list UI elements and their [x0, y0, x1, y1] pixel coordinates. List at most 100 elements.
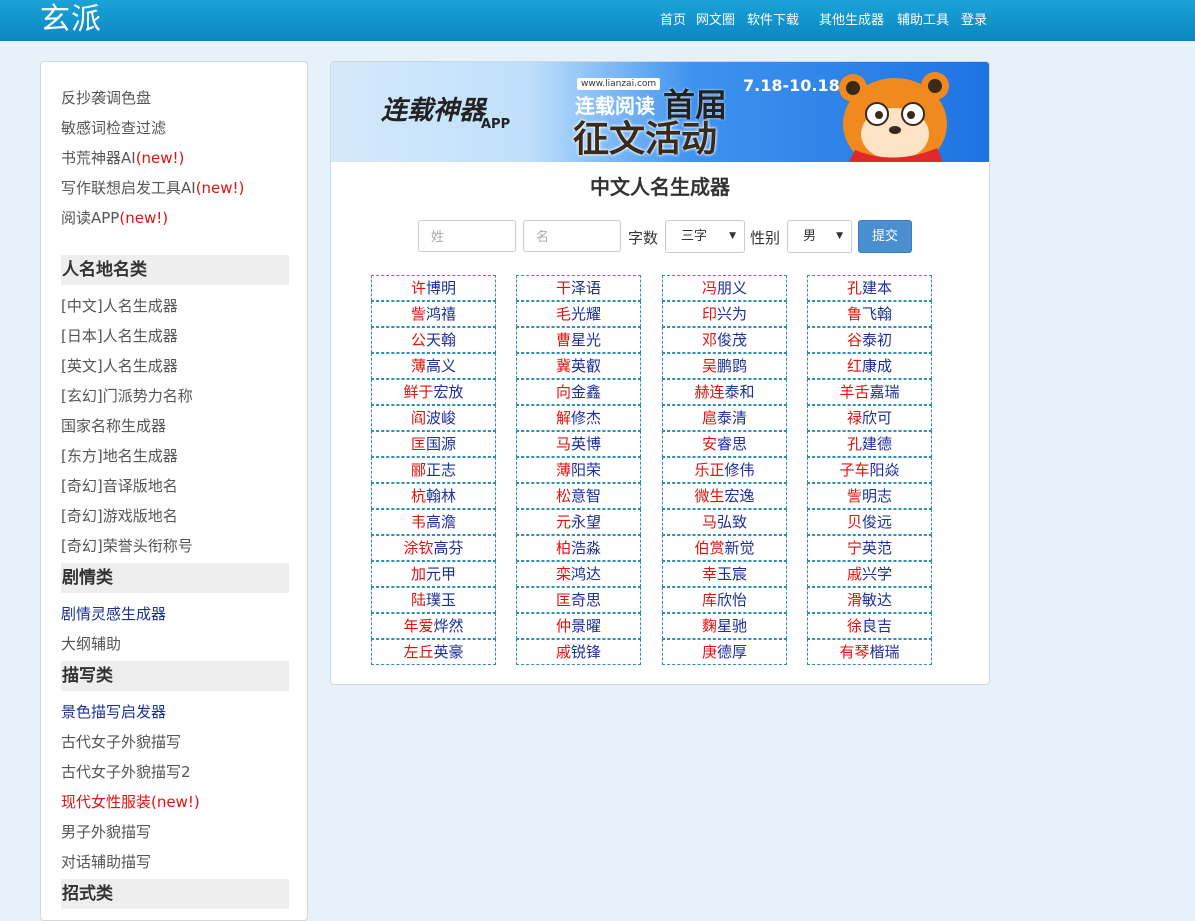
name-result-cell[interactable]: 柏浩淼: [516, 535, 641, 561]
sidebar-link-book-famine-ai[interactable]: 书荒神器AI(new!): [61, 148, 184, 168]
name-result-cell[interactable]: 訾鸿禧: [371, 301, 496, 327]
name-result-cell[interactable]: 许博明: [371, 275, 496, 301]
name-result-cell[interactable]: 鲁飞翰: [807, 301, 932, 327]
name-result-cell[interactable]: 滑敏达: [807, 587, 932, 613]
name-result-cell[interactable]: 松意智: [516, 483, 641, 509]
nav-home[interactable]: 首页: [660, 12, 686, 30]
name-result-cell[interactable]: 孔建德: [807, 431, 932, 457]
surname-text: 仲: [555, 617, 571, 635]
name-result-cell[interactable]: 鲜于宏放: [371, 379, 496, 405]
sidebar-link-fantasy-transliterated[interactable]: [奇幻]音译版地名: [61, 476, 178, 496]
name-result-cell[interactable]: 加元甲: [371, 561, 496, 587]
name-result-cell[interactable]: 麴星驰: [662, 613, 787, 639]
name-result-cell[interactable]: 韦高澹: [371, 509, 496, 535]
char-count-select[interactable]: 三字 ▼: [665, 220, 745, 253]
name-result-cell[interactable]: 毛光耀: [516, 301, 641, 327]
surname-text: 徐: [846, 617, 862, 635]
name-result-cell[interactable]: 陆璞玉: [371, 587, 496, 613]
sidebar-link-chinese-names[interactable]: [中文]人名生成器: [61, 296, 178, 316]
nav-software-download[interactable]: 软件下载: [747, 12, 799, 30]
sidebar-link-japanese-names[interactable]: [日本]人名生成器: [61, 326, 178, 346]
nav-other-generators[interactable]: 其他生成器: [819, 12, 884, 30]
name-result-cell[interactable]: 阎波峻: [371, 405, 496, 431]
nav-assist-tools[interactable]: 辅助工具: [897, 12, 949, 30]
sidebar-link-outline-assist[interactable]: 大纲辅助: [61, 634, 121, 654]
name-result-cell[interactable]: 解修杰: [516, 405, 641, 431]
name-result-cell[interactable]: 库欣怡: [662, 587, 787, 613]
name-result-cell[interactable]: 谷泰初: [807, 327, 932, 353]
name-result-cell[interactable]: 安睿思: [662, 431, 787, 457]
name-result-cell[interactable]: 孔建本: [807, 275, 932, 301]
given-name-text: 飞翰: [862, 305, 893, 323]
sidebar-link-scenery[interactable]: 景色描写启发器: [61, 702, 166, 722]
name-result-cell[interactable]: 干泽语: [516, 275, 641, 301]
name-result-cell[interactable]: 幸玉宸: [662, 561, 787, 587]
sidebar-link-male-looks[interactable]: 男子外貌描写: [61, 822, 151, 842]
new-badge: (new!): [195, 179, 245, 197]
site-logo[interactable]: 玄派: [40, 2, 102, 38]
name-result-cell[interactable]: 禄欣可: [807, 405, 932, 431]
gender-select[interactable]: 男 ▼: [787, 220, 852, 253]
name-result-cell[interactable]: 宁英范: [807, 535, 932, 561]
sidebar-link-writing-ai[interactable]: 写作联想启发工具AI(new!): [61, 178, 244, 198]
name-result-cell[interactable]: 仲景曜: [516, 613, 641, 639]
sidebar-link-english-names[interactable]: [英文]人名生成器: [61, 356, 178, 376]
name-result-cell[interactable]: 冯朋义: [662, 275, 787, 301]
sidebar-link-eastern-places[interactable]: [东方]地名生成器: [61, 446, 178, 466]
nav-login[interactable]: 登录: [961, 12, 987, 30]
nav-web-novel-circle[interactable]: 网文圈: [696, 12, 735, 30]
name-result-cell[interactable]: 涂钦高芬: [371, 535, 496, 561]
name-result-cell[interactable]: 郦正志: [371, 457, 496, 483]
given-name-input[interactable]: [523, 220, 621, 252]
promo-banner[interactable]: 连载神器 APP www.lianzai.com 连载阅读 首届 征文活动 7.…: [331, 62, 989, 162]
sidebar-link-ancient-female-looks[interactable]: 古代女子外貌描写: [61, 732, 181, 752]
name-result-cell[interactable]: 曹星光: [516, 327, 641, 353]
surname-text: 孔: [846, 279, 862, 297]
name-result-cell[interactable]: 邓俊茂: [662, 327, 787, 353]
name-result-cell[interactable]: 薄阳荣: [516, 457, 641, 483]
sidebar-link-ancient-female-looks-2[interactable]: 古代女子外貌描写2: [61, 762, 191, 782]
name-result-cell[interactable]: 有琴楷瑞: [807, 639, 932, 665]
name-result-cell[interactable]: 冀英叡: [516, 353, 641, 379]
name-result-cell[interactable]: 马英博: [516, 431, 641, 457]
name-result-cell[interactable]: 微生宏逸: [662, 483, 787, 509]
name-result-cell[interactable]: 杭翰林: [371, 483, 496, 509]
submit-button[interactable]: 提交: [858, 220, 912, 253]
sidebar-link-modern-female-clothing[interactable]: 现代女性服装(new!): [61, 792, 200, 812]
name-result-cell[interactable]: 赫连泰和: [662, 379, 787, 405]
sidebar-link-fantasy-game-places[interactable]: [奇幻]游戏版地名: [61, 506, 178, 526]
sidebar-link-country-names[interactable]: 国家名称生成器: [61, 416, 166, 436]
sidebar-link-reading-app[interactable]: 阅读APP(new!): [61, 208, 168, 228]
name-result-cell[interactable]: 庚德厚: [662, 639, 787, 665]
sidebar-link-dialogue-assist[interactable]: 对话辅助描写: [61, 852, 151, 872]
name-result-cell[interactable]: 戚兴学: [807, 561, 932, 587]
name-result-cell[interactable]: 子车阳焱: [807, 457, 932, 483]
name-result-cell[interactable]: 印兴为: [662, 301, 787, 327]
name-result-cell[interactable]: 左丘英豪: [371, 639, 496, 665]
sidebar-link-sect-names[interactable]: [玄幻]门派势力名称: [61, 386, 193, 406]
name-result-cell[interactable]: 訾明志: [807, 483, 932, 509]
name-result-cell[interactable]: 元永望: [516, 509, 641, 535]
name-result-cell[interactable]: 马弘致: [662, 509, 787, 535]
sidebar-link-sensitive-words[interactable]: 敏感词检查过滤: [61, 118, 166, 138]
name-result-cell[interactable]: 年爱烨然: [371, 613, 496, 639]
name-result-cell[interactable]: 扈泰清: [662, 405, 787, 431]
name-result-cell[interactable]: 栾鸿达: [516, 561, 641, 587]
name-result-cell[interactable]: 吴鹏鹍: [662, 353, 787, 379]
name-result-cell[interactable]: 徐良吉: [807, 613, 932, 639]
name-result-cell[interactable]: 向金鑫: [516, 379, 641, 405]
name-result-cell[interactable]: 乐正修伟: [662, 457, 787, 483]
name-result-cell[interactable]: 匡奇思: [516, 587, 641, 613]
name-result-cell[interactable]: 薄高义: [371, 353, 496, 379]
name-result-cell[interactable]: 伯赏新觉: [662, 535, 787, 561]
sidebar-link-fantasy-titles[interactable]: [奇幻]荣誉头衔称号: [61, 536, 193, 556]
name-result-cell[interactable]: 戚锐锋: [516, 639, 641, 665]
name-result-cell[interactable]: 公天翰: [371, 327, 496, 353]
surname-input[interactable]: [418, 220, 516, 252]
name-result-cell[interactable]: 红康成: [807, 353, 932, 379]
name-result-cell[interactable]: 贝俊远: [807, 509, 932, 535]
name-result-cell[interactable]: 羊舌嘉瑞: [807, 379, 932, 405]
name-result-cell[interactable]: 匡国源: [371, 431, 496, 457]
sidebar-link-plot-inspiration[interactable]: 剧情灵感生成器: [61, 604, 166, 624]
sidebar-link-anti-plagiarism[interactable]: 反抄袭调色盘: [61, 88, 151, 108]
